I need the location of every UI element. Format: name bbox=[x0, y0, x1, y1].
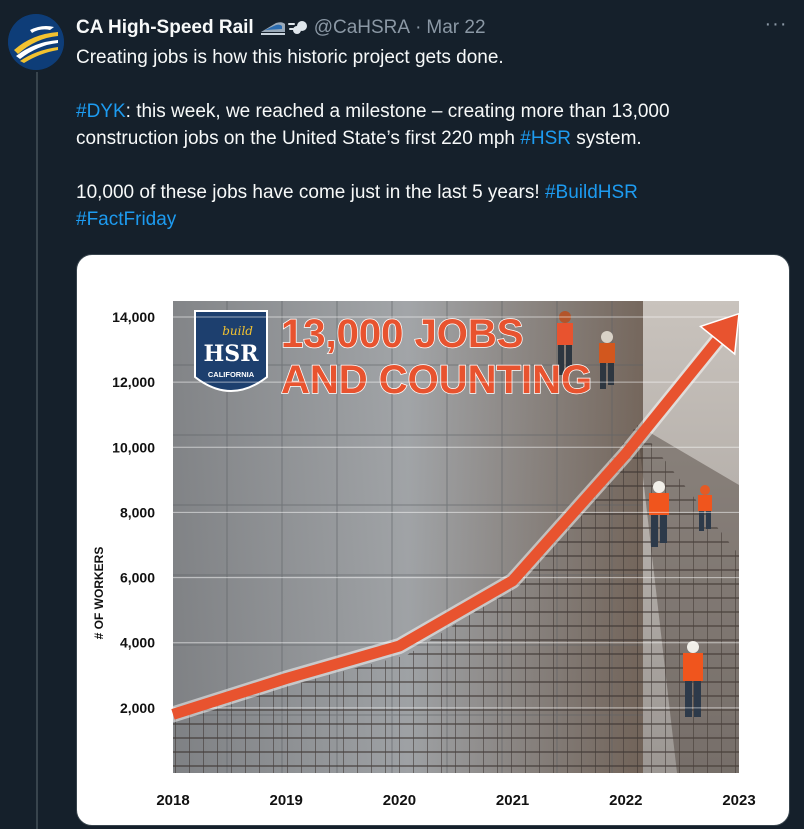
thread-line bbox=[36, 72, 38, 829]
jobs-chart: build HSR CALIFORNIA 13,000 JOBS AND COU… bbox=[92, 301, 756, 809]
y-tick-label: 8,000 bbox=[120, 504, 155, 520]
high-speed-train-icon bbox=[260, 22, 285, 35]
x-tick-label: 2020 bbox=[383, 792, 416, 809]
separator-dot: · bbox=[415, 17, 422, 38]
x-tick-label: 2022 bbox=[609, 792, 642, 809]
tweet-text-segment: 10,000 of these jobs have come just in t… bbox=[76, 182, 545, 203]
y-axis-ticks: 2,000 4,000 6,000 8,000 10,000 12,000 14,000 bbox=[112, 309, 155, 716]
tweet-header: CA High-Speed Rail @CaHSRA · Mar 22 ··· bbox=[76, 14, 792, 42]
tweet-paragraph-3: 10,000 of these jobs have come just in t… bbox=[76, 179, 776, 233]
badge-build-text: build bbox=[222, 324, 253, 338]
tweet-paragraph-2: #DYK: this week, we reached a milestone … bbox=[76, 98, 776, 152]
y-tick-label: 12,000 bbox=[112, 374, 155, 390]
badge-hsr-text: HSR bbox=[204, 341, 260, 367]
hashtag-dyk[interactable]: #DYK bbox=[76, 101, 126, 122]
build-hsr-california-badge: build HSR CALIFORNIA bbox=[194, 310, 268, 392]
badge-california-text: CALIFORNIA bbox=[208, 370, 255, 379]
hashtag-buildhsr[interactable]: #BuildHSR bbox=[545, 182, 638, 203]
user-handle[interactable]: @CaHSRA bbox=[314, 17, 410, 39]
y-tick-label: 4,000 bbox=[120, 635, 155, 651]
tweet-date[interactable]: Mar 22 bbox=[426, 17, 485, 39]
display-name[interactable]: CA High-Speed Rail bbox=[76, 17, 254, 39]
name-emoji bbox=[260, 19, 308, 37]
more-icon[interactable]: ··· bbox=[760, 14, 792, 42]
x-tick-label: 2023 bbox=[722, 792, 755, 809]
tweet-text: Creating jobs is how this historic proje… bbox=[76, 44, 776, 233]
hashtag-hsr[interactable]: #HSR bbox=[520, 128, 571, 149]
y-tick-label: 14,000 bbox=[112, 309, 155, 325]
tweet-line-1: Creating jobs is how this historic proje… bbox=[76, 47, 504, 68]
x-axis-ticks: 2018 2019 2020 2021 2022 2023 bbox=[156, 792, 755, 809]
media-image[interactable]: build HSR CALIFORNIA 13,000 JOBS AND COU… bbox=[76, 254, 790, 826]
x-tick-label: 2021 bbox=[496, 792, 529, 809]
avatar[interactable] bbox=[8, 14, 64, 70]
y-tick-label: 6,000 bbox=[120, 570, 155, 586]
x-tick-label: 2019 bbox=[270, 792, 303, 809]
ca-high-speed-rail-logo-icon bbox=[8, 14, 64, 70]
dashing-away-icon bbox=[287, 21, 307, 34]
y-tick-label: 2,000 bbox=[120, 700, 155, 716]
headline-line-2: AND COUNTING bbox=[281, 358, 592, 402]
y-axis-label: # OF WORKERS bbox=[92, 547, 106, 640]
headline-line-1: 13,000 JOBS bbox=[281, 312, 523, 356]
x-tick-label: 2018 bbox=[156, 792, 189, 809]
tweet-text-segment: system. bbox=[570, 128, 642, 149]
hashtag-factfriday[interactable]: #FactFriday bbox=[76, 209, 176, 230]
y-tick-label: 10,000 bbox=[112, 439, 155, 455]
